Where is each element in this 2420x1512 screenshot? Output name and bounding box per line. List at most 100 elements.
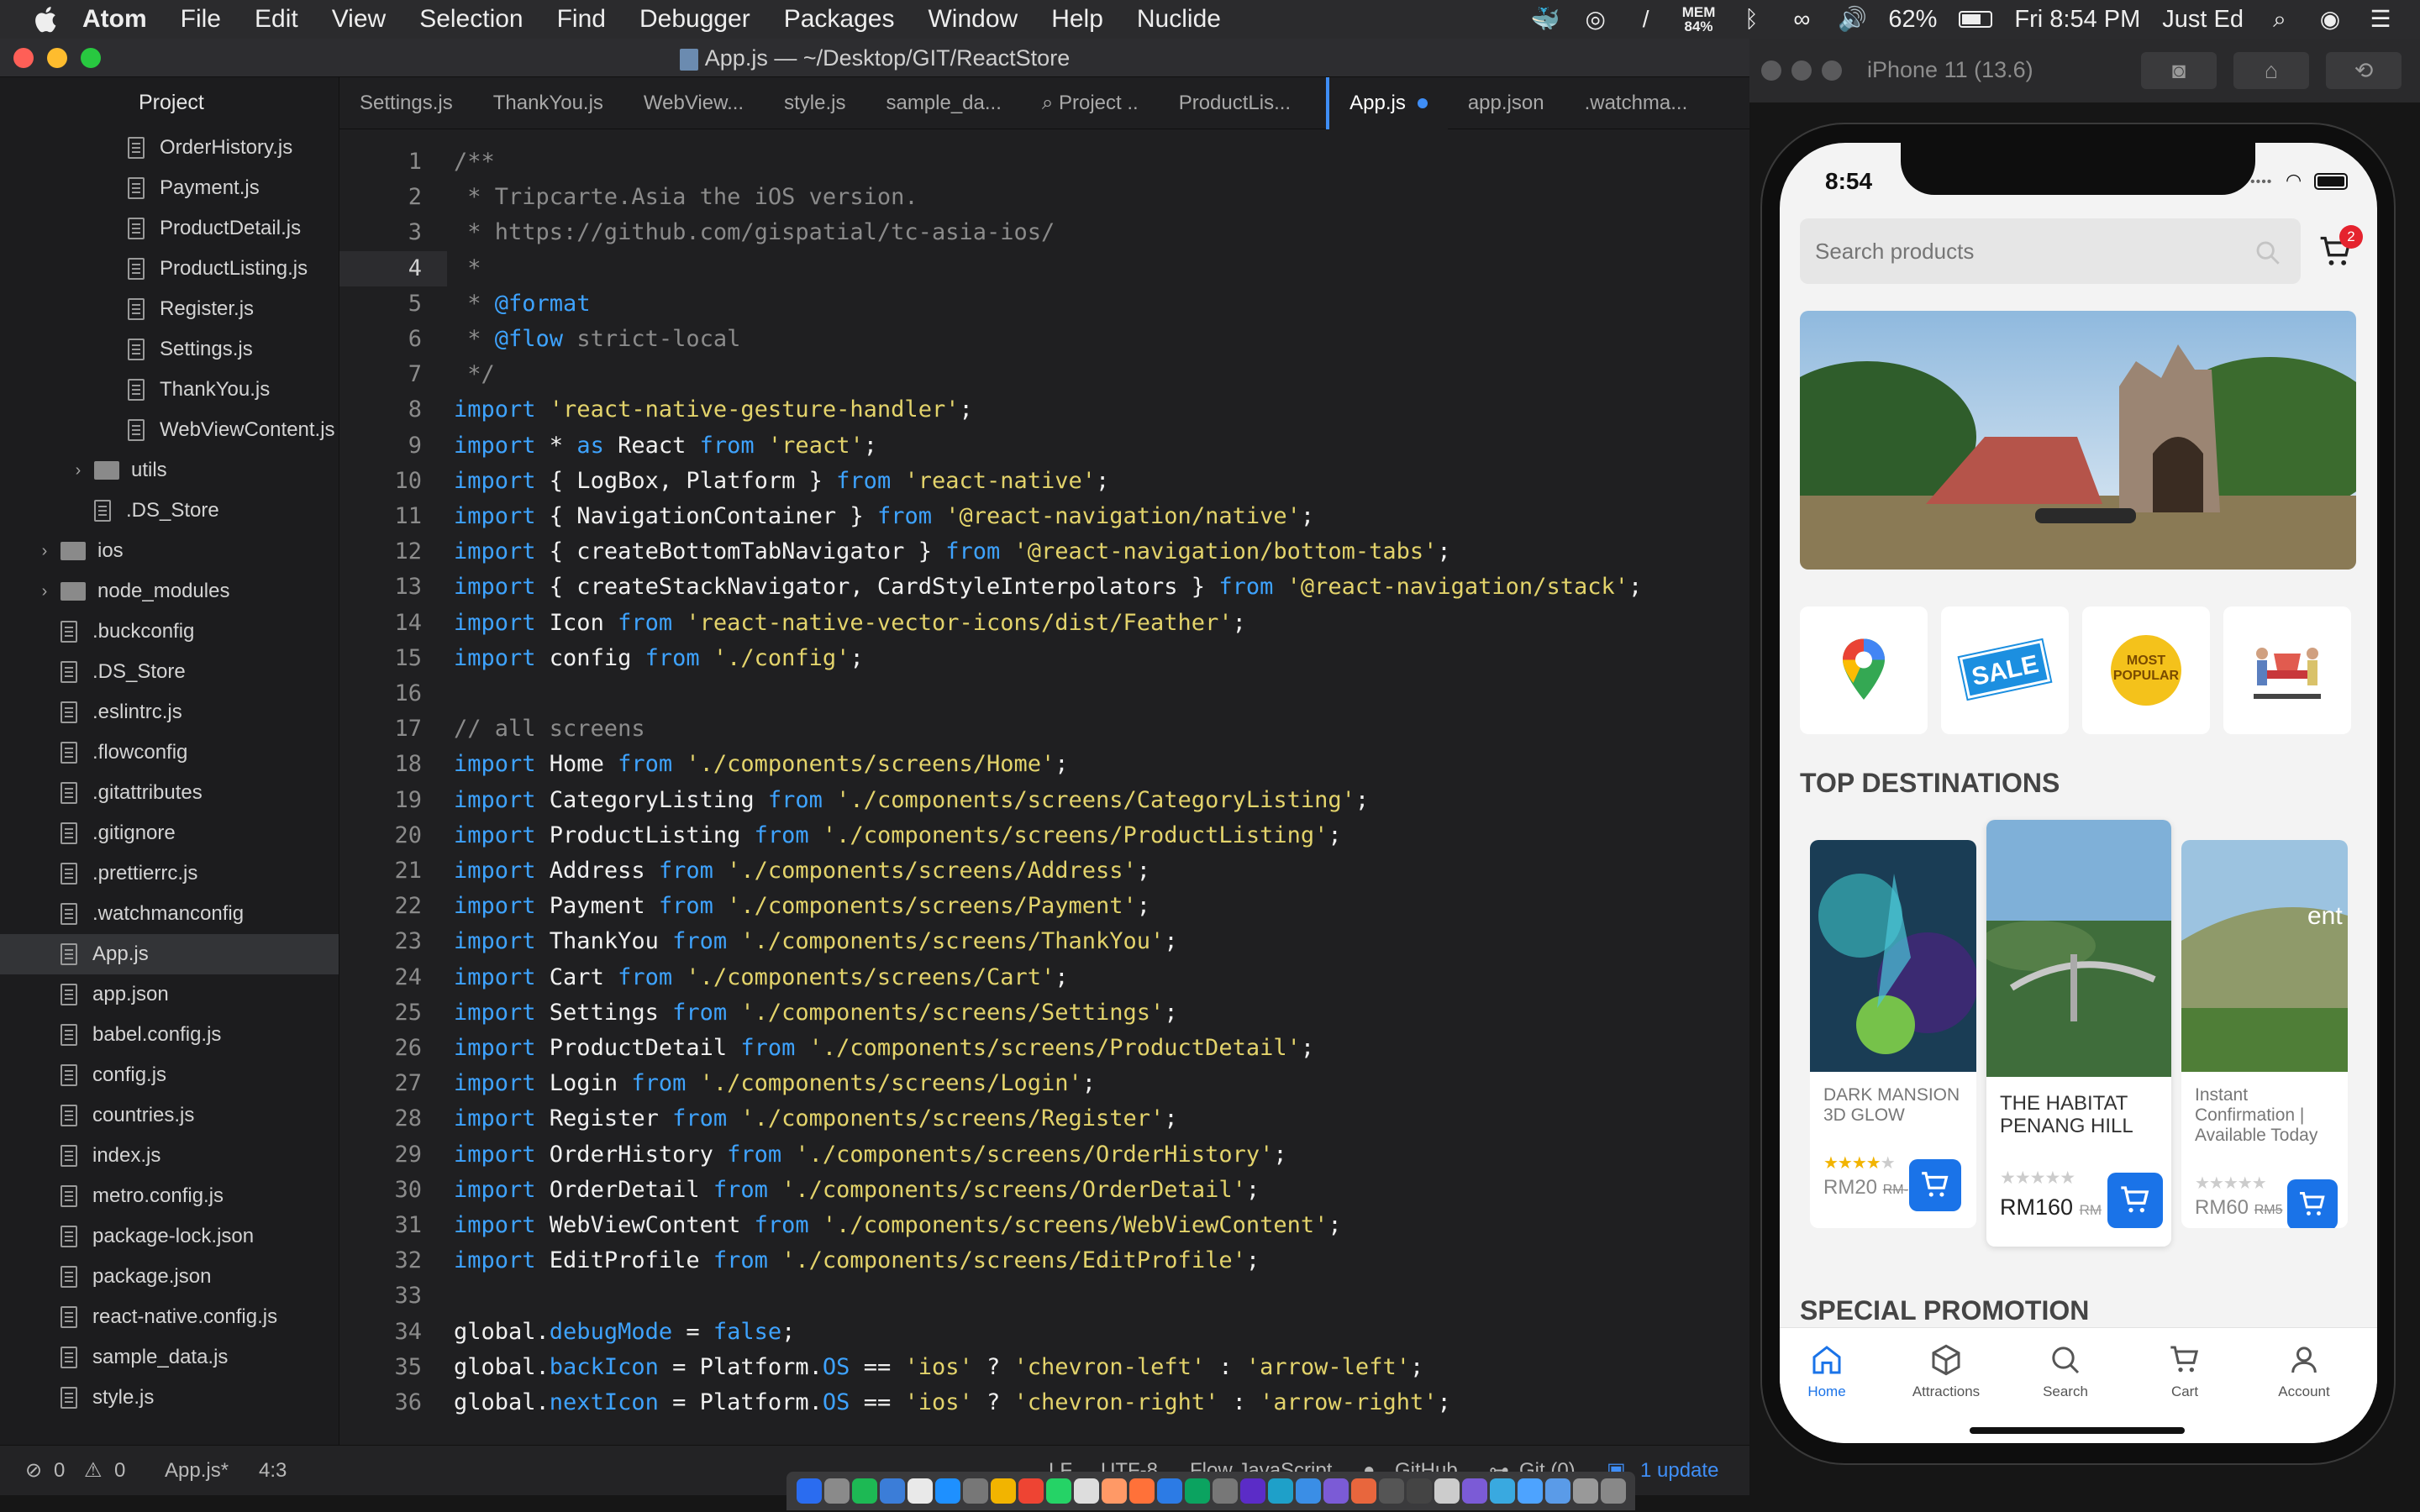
destination-card[interactable]: ent Instant Confirmation | Available Tod… <box>2181 840 2348 1228</box>
tab-account[interactable]: Account <box>2245 1343 2363 1400</box>
home-icon[interactable]: ⌂ <box>2233 52 2309 89</box>
pen-icon[interactable]: / <box>1632 7 1660 32</box>
dock-app-icon[interactable] <box>1240 1478 1265 1504</box>
tree-file[interactable]: config.js <box>0 1055 339 1095</box>
destination-card[interactable]: THE HABITAT PENANG HILL ★★★★★ RM160 RM <box>1986 820 2171 1247</box>
tree-file[interactable]: style.js <box>0 1378 339 1418</box>
tree-file[interactable]: WebViewContent.js <box>0 410 339 450</box>
dock-app-icon[interactable] <box>1157 1478 1182 1504</box>
line-number[interactable]: 33 <box>339 1278 447 1314</box>
code-line[interactable]: * https://github.com/gispatial/tc-asia-i… <box>454 215 1055 250</box>
line-number[interactable]: 27 <box>339 1066 447 1101</box>
category-tile-sale[interactable]: SALE <box>1941 606 2069 734</box>
dock-app-icon[interactable] <box>1213 1478 1238 1504</box>
dock-app-icon[interactable] <box>1518 1478 1543 1504</box>
line-number[interactable]: 18 <box>339 747 447 782</box>
warning-icon[interactable]: ⚠ <box>84 1446 103 1496</box>
category-tile-most-popular[interactable]: MOST POPULAR <box>2082 606 2210 734</box>
line-number[interactable]: 2 <box>339 180 447 215</box>
airplay-icon[interactable]: ∞ <box>1787 7 1816 32</box>
tab-active[interactable]: App.js <box>1326 76 1448 129</box>
tab[interactable]: .watchma... <box>1565 77 1708 129</box>
menu-file[interactable]: File <box>181 5 221 34</box>
docker-icon[interactable]: 🐳 <box>1531 7 1560 32</box>
menu-packages[interactable]: Packages <box>784 5 895 34</box>
menu-window[interactable]: Window <box>928 5 1018 34</box>
dock-app-icon[interactable] <box>1407 1478 1432 1504</box>
destination-card[interactable]: DARK MANSION 3D GLOW ★★★★★ RM20 RM- <box>1810 840 1976 1228</box>
cursor-position[interactable]: 4:3 <box>259 1446 287 1496</box>
code-line[interactable]: import ProductDetail from './components/… <box>454 1031 1314 1066</box>
tree-file[interactable]: .buckconfig <box>0 612 339 652</box>
dock-app-icon[interactable] <box>852 1478 877 1504</box>
dock-app-icon[interactable] <box>908 1478 933 1504</box>
dock-app-icon[interactable] <box>1351 1478 1376 1504</box>
status-file-name[interactable]: App.js* <box>165 1446 229 1496</box>
line-number[interactable]: 21 <box>339 853 447 889</box>
tab[interactable]: app.json <box>1448 77 1565 129</box>
line-number[interactable]: 1 <box>339 144 447 180</box>
tree-panel-title[interactable]: Project <box>0 77 339 128</box>
tree-folder[interactable]: › utils <box>0 450 339 491</box>
code-line[interactable]: global.backIcon = Platform.OS == 'ios' ?… <box>454 1350 1423 1385</box>
menu-help[interactable]: Help <box>1051 5 1103 34</box>
spotlight-icon[interactable]: ⌕ <box>2265 7 2294 32</box>
line-number[interactable]: 23 <box>339 924 447 959</box>
code-line[interactable]: * Tripcarte.Asia the iOS version. <box>454 180 918 215</box>
menu-debugger[interactable]: Debugger <box>639 5 750 34</box>
dock-app-icon[interactable] <box>1296 1478 1321 1504</box>
dock-app-icon[interactable] <box>1379 1478 1404 1504</box>
line-number[interactable]: 29 <box>339 1137 447 1173</box>
dock-app-icon[interactable] <box>797 1478 822 1504</box>
tab-cart[interactable]: Cart <box>2126 1343 2244 1400</box>
menu-nuclide[interactable]: Nuclide <box>1137 5 1221 34</box>
tree-file[interactable]: Payment.js <box>0 168 339 208</box>
tree-file[interactable]: .watchmanconfig <box>0 894 339 934</box>
hero-banner[interactable] <box>1800 311 2356 570</box>
line-number[interactable]: 6 <box>339 322 447 357</box>
chevron-right-icon[interactable]: › <box>69 461 87 480</box>
line-number[interactable]: 4 <box>339 250 447 286</box>
tab-home[interactable]: Home <box>1780 1343 1886 1400</box>
code-line[interactable]: import * as React from 'react'; <box>454 428 877 464</box>
sync-icon[interactable]: ◎ <box>1581 7 1610 32</box>
tree-file[interactable]: App.js <box>0 934 339 974</box>
category-tile-location[interactable] <box>1800 606 1928 734</box>
search-bar[interactable] <box>1800 218 2301 284</box>
code-line[interactable]: import { NavigationContainer } from '@re… <box>454 499 1314 534</box>
update-indicator[interactable]: 1 update <box>1640 1446 1718 1496</box>
tree-file[interactable]: Settings.js <box>0 329 339 370</box>
code-line[interactable]: import Register from './components/scree… <box>454 1101 1178 1137</box>
dock-app-icon[interactable] <box>1545 1478 1570 1504</box>
code-line[interactable]: import WebViewContent from './components… <box>454 1208 1342 1243</box>
tree-file[interactable]: package.json <box>0 1257 339 1297</box>
tab[interactable]: sample_da... <box>865 77 1021 129</box>
category-tile-travel[interactable] <box>2223 606 2351 734</box>
tree-file[interactable]: .flowconfig <box>0 732 339 773</box>
line-number[interactable]: 24 <box>339 960 447 995</box>
dock-app-icon[interactable] <box>1102 1478 1127 1504</box>
dock-app-icon[interactable] <box>1573 1478 1598 1504</box>
tree-file[interactable]: react-native.config.js <box>0 1297 339 1337</box>
line-number[interactable]: 16 <box>339 676 447 711</box>
tree-file[interactable]: ProductDetail.js <box>0 208 339 249</box>
code-line[interactable]: global.debugMode = false; <box>454 1315 795 1350</box>
tree-file[interactable]: OrderHistory.js <box>0 128 339 168</box>
dock-app-icon[interactable] <box>1046 1478 1071 1504</box>
tab[interactable]: style.js <box>764 77 865 129</box>
tab[interactable]: ⌕ Project .. <box>1022 77 1159 129</box>
line-number[interactable]: 25 <box>339 995 447 1031</box>
dock-app-icon[interactable] <box>1462 1478 1487 1504</box>
menu-selection[interactable]: Selection <box>419 5 523 34</box>
code-line[interactable]: * <box>454 251 481 286</box>
battery-icon[interactable] <box>1959 11 1993 28</box>
code-line[interactable]: import Home from './components/screens/H… <box>454 747 1069 782</box>
line-number[interactable]: 13 <box>339 570 447 605</box>
dock-app-icon[interactable] <box>880 1478 905 1504</box>
line-number[interactable]: 17 <box>339 711 447 747</box>
tree-folder[interactable]: › ios <box>0 531 339 571</box>
tree-folder[interactable]: › node_modules <box>0 571 339 612</box>
sim-close-button[interactable] <box>1761 60 1781 81</box>
menu-app-name[interactable]: Atom <box>82 5 147 34</box>
warning-count[interactable]: 0 <box>114 1446 125 1496</box>
